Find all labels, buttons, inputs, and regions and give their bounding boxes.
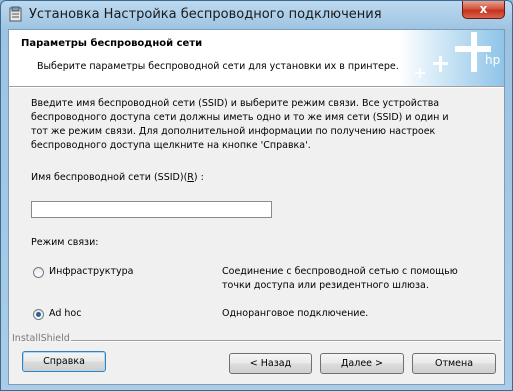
installer-app-icon [9, 6, 22, 22]
ssid-label-accesskey: R [187, 172, 194, 183]
hp-banner-graphic: hp [399, 30, 504, 86]
installer-window: Установка Настройка беспроводного подклю… [0, 0, 513, 391]
radio-selected-dot [36, 312, 41, 317]
ssid-label-suffix: ) : [193, 172, 204, 183]
plus-decoration-icon: hp [415, 32, 500, 78]
radio-infrastructure[interactable] [33, 267, 44, 278]
next-button[interactable]: Далее > [320, 353, 404, 374]
help-button[interactable]: Справка [22, 351, 106, 372]
header-divider [9, 86, 504, 88]
window-title: Установка Настройка беспроводного подклю… [29, 7, 382, 22]
dialog-client-area: hp Параметры беспроводной сети Выберите … [8, 29, 505, 385]
ssid-label-text: Имя беспроводной сети (SSID)( [31, 172, 188, 183]
hp-logo: hp [485, 53, 500, 67]
infrastructure-description: Соединение с беспроводной сетью с помощь… [222, 266, 458, 291]
mode-label: Режим связи: [31, 237, 99, 248]
page-title: Параметры беспроводной сети [21, 38, 203, 49]
footer-divider [71, 340, 501, 342]
radio-adhoc[interactable] [33, 309, 44, 320]
ssid-label: Имя беспроводной сети (SSID)(R) : [31, 172, 204, 183]
installshield-brand: InstallShield [12, 333, 70, 344]
page-subtitle: Выберите параметры беспроводной сети для… [37, 61, 399, 72]
ssid-input[interactable] [31, 201, 272, 218]
back-button[interactable]: < Назад [229, 353, 312, 374]
radio-adhoc-label[interactable]: Ad hoc [49, 308, 81, 319]
adhoc-description: Одноранговое подключение. [222, 308, 369, 319]
cancel-button[interactable]: Отмена [412, 353, 496, 374]
header-banner: hp Параметры беспроводной сети Выберите … [9, 30, 504, 86]
close-button[interactable]: x [462, 1, 505, 19]
title-bar[interactable]: Установка Настройка беспроводного подклю… [1, 1, 512, 28]
instructions-text: Введите имя беспроводной сети (SSID) и в… [31, 98, 449, 151]
radio-infrastructure-label[interactable]: Инфраструктура [49, 266, 133, 277]
